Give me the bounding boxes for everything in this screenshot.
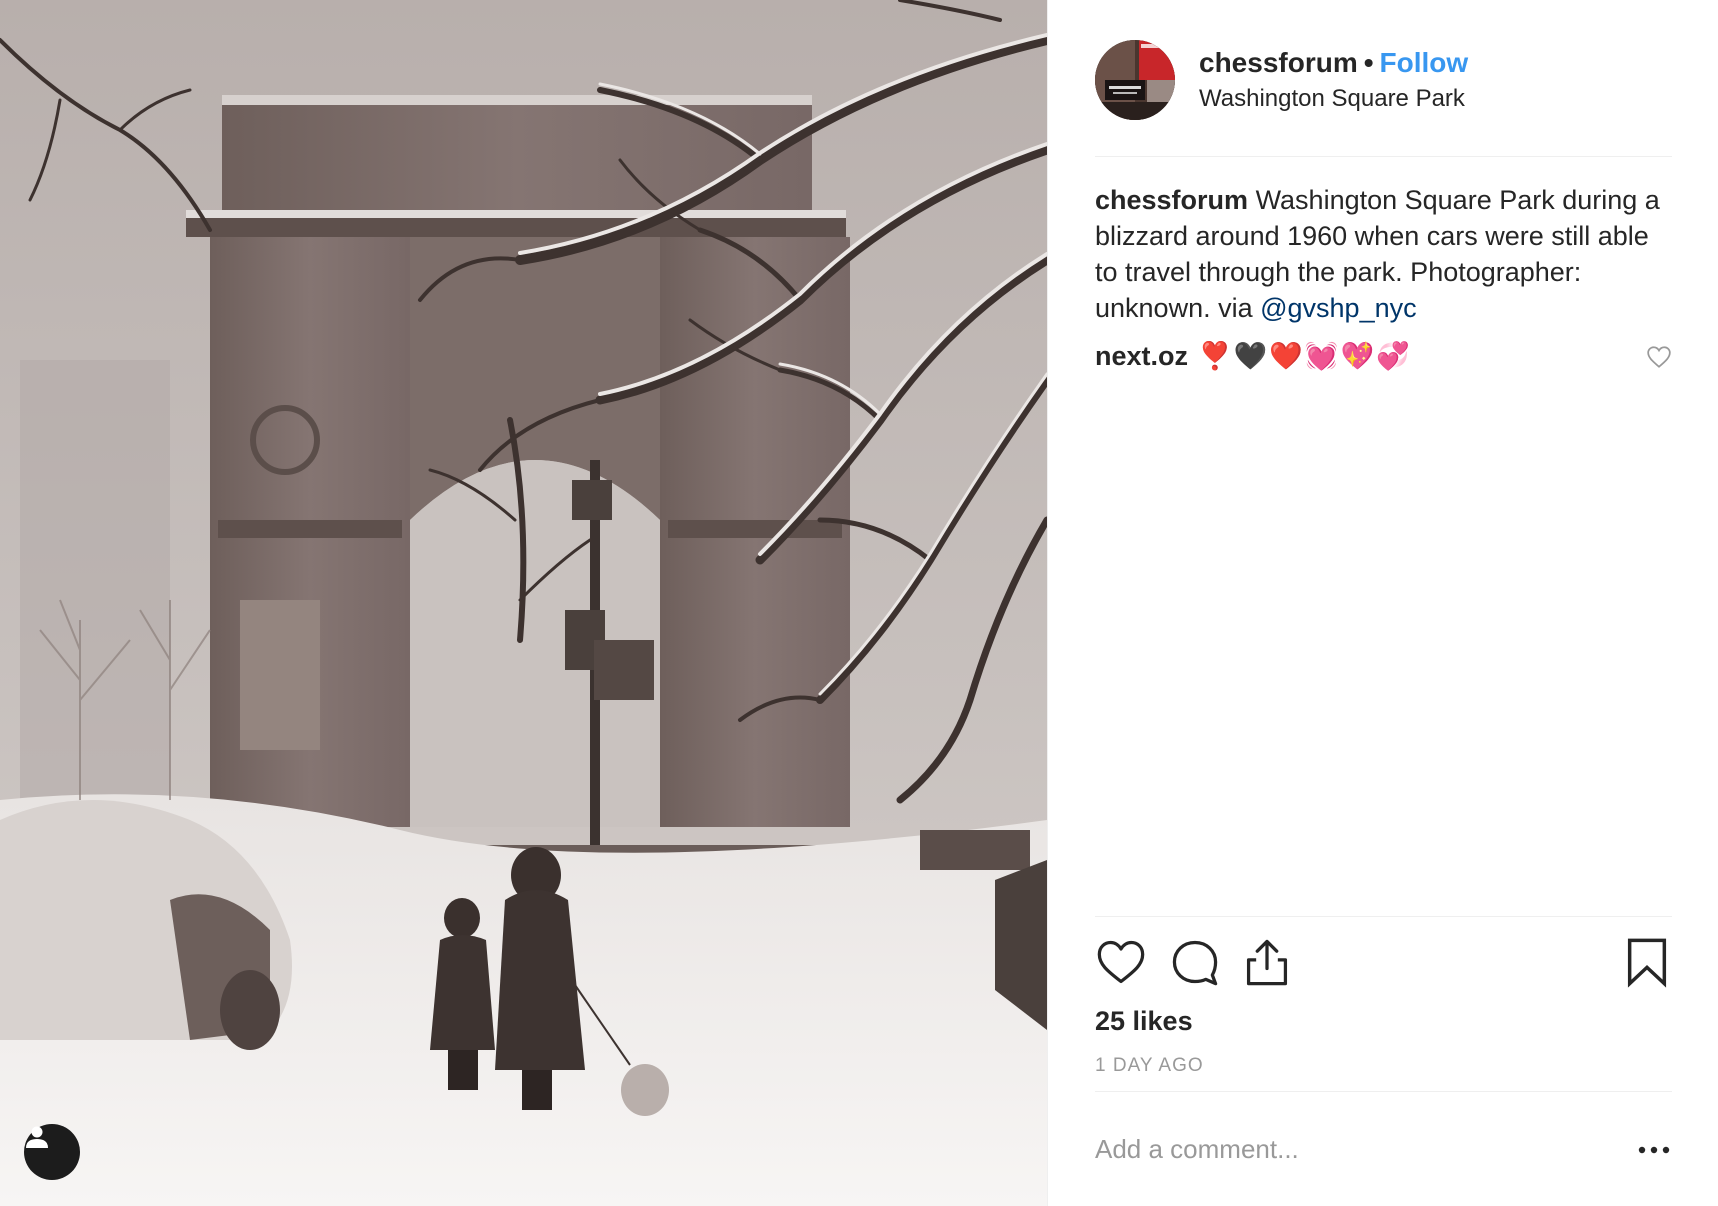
caption-username[interactable]: chessforum [1095, 185, 1248, 215]
post-caption: chessforum Washington Square Park during… [1095, 182, 1675, 326]
location-link[interactable]: Washington Square Park [1199, 84, 1465, 114]
save-bookmark-icon[interactable] [1621, 936, 1673, 988]
likes-count[interactable]: 25 likes [1095, 1004, 1193, 1038]
comment-bubble-icon[interactable] [1169, 936, 1221, 988]
action-bar [1095, 936, 1672, 992]
tagged-users-button[interactable] [24, 1124, 80, 1180]
comment-username[interactable]: next.oz [1095, 341, 1188, 371]
comment-like-heart-icon[interactable] [1646, 344, 1672, 370]
more-options-icon[interactable] [1636, 1138, 1672, 1162]
snowy-arch-illustration [0, 0, 1047, 1206]
header-divider [1095, 156, 1672, 157]
follow-button[interactable]: Follow [1380, 47, 1469, 78]
comment-item: next.oz ❣️🖤❤️💓💖💞 [1095, 338, 1672, 374]
post-timestamp[interactable]: 1 DAY AGO [1095, 1054, 1204, 1078]
comments-divider [1095, 916, 1672, 917]
header-user-row: chessforum • Follow [1199, 46, 1468, 80]
avatar[interactable] [1095, 40, 1175, 120]
post-details-panel: chessforum • Follow Washington Square Park… [1047, 0, 1718, 1206]
caption-mention-link[interactable]: @gvshp_nyc [1260, 293, 1417, 323]
share-icon[interactable] [1241, 936, 1293, 988]
add-comment-input[interactable] [1095, 1128, 1595, 1170]
comment-box-divider [1095, 1091, 1672, 1092]
comment-text: ❣️🖤❤️💓💖💞 [1198, 341, 1412, 371]
person-icon [26, 1126, 48, 1148]
chess-forum-store-avatar-icon [1095, 40, 1175, 120]
header-username[interactable]: chessforum [1199, 47, 1358, 78]
post-photo[interactable] [0, 0, 1047, 1206]
post-header: chessforum • Follow Washington Square Park [1095, 40, 1672, 156]
like-heart-icon[interactable] [1095, 936, 1147, 988]
separator-dot: • [1363, 47, 1374, 78]
